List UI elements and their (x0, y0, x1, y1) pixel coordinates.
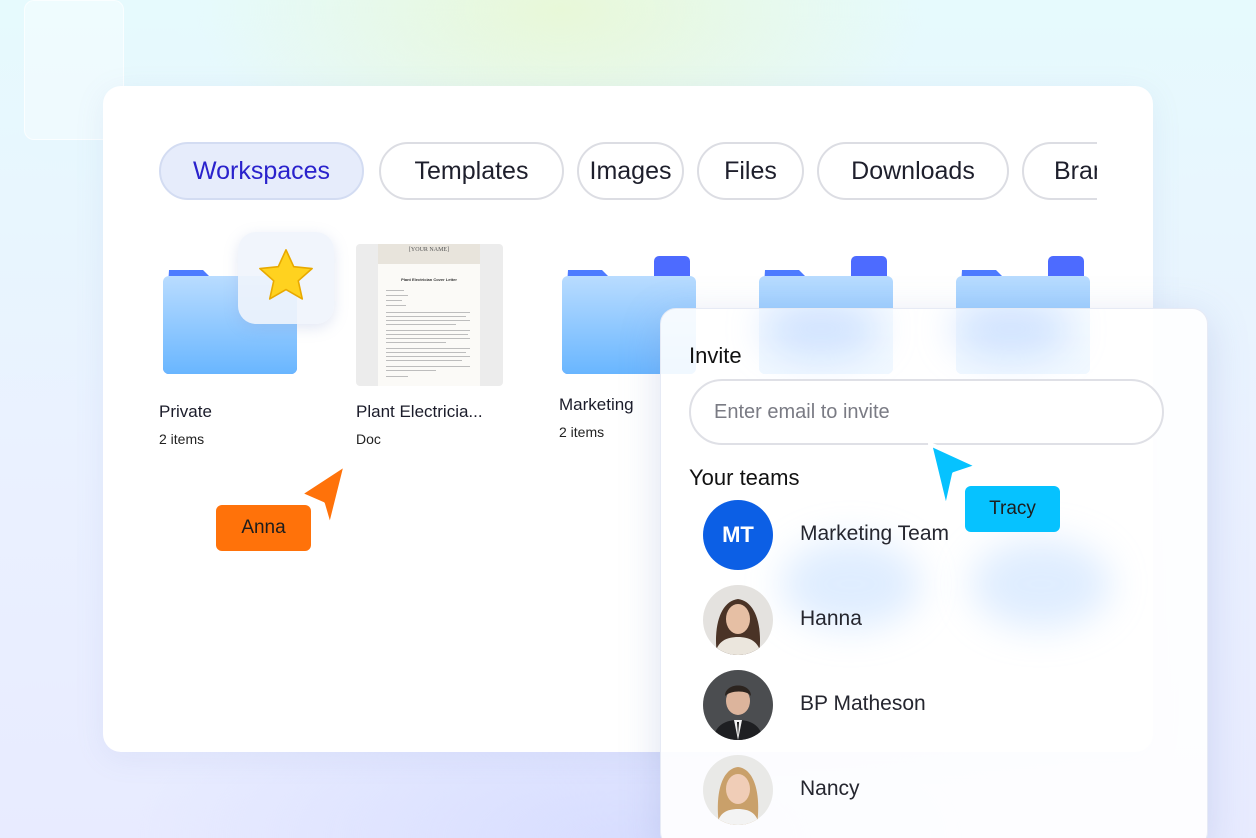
favorite-badge[interactable] (238, 232, 334, 324)
team-row-bp-matheson[interactable]: BP Matheson (703, 670, 1163, 742)
avatar (703, 670, 773, 740)
tab-downloads[interactable]: Downloads (817, 142, 1009, 200)
tile-subtitle: 2 items (559, 424, 605, 440)
tab-templates[interactable]: Templates (379, 142, 564, 200)
tab-brand[interactable]: Brand (1022, 142, 1097, 200)
team-name: Hanna (800, 607, 862, 630)
tile-name: Private (159, 402, 212, 421)
tile-subtitle: Doc (356, 431, 381, 447)
avatar: MT (703, 500, 773, 570)
tile-name: Marketing (559, 395, 634, 414)
email-invite-input[interactable] (689, 379, 1164, 445)
team-name: Nancy (800, 777, 860, 800)
team-name: Marketing Team (800, 522, 950, 545)
collaborator-tag-anna: Anna (216, 505, 311, 551)
collaborator-tag-tracy: Tracy (965, 486, 1060, 532)
thumbnail-title-text: Plant Electrician Cover Letter (401, 277, 457, 282)
invite-title: Invite (689, 343, 742, 368)
thumbnail-header-text: [YOUR NAME] (408, 247, 450, 253)
tab-workspaces[interactable]: Workspaces (159, 142, 364, 200)
tile-name: Plant Electricia... (356, 402, 483, 421)
star-icon (259, 249, 313, 300)
team-name: BP Matheson (800, 692, 926, 715)
avatar (703, 585, 773, 655)
tile-subtitle: 2 items (159, 431, 205, 447)
teams-heading: Your teams (689, 465, 800, 490)
document-thumbnail: [YOUR NAME] Plant Electrician Cover Lett… (356, 244, 503, 386)
avatar (703, 755, 773, 825)
invite-panel: Invite Your teams MT Marketing Team Hann… (660, 308, 1208, 838)
team-row-hanna[interactable]: Hanna (703, 585, 1163, 657)
team-row-nancy[interactable]: Nancy (703, 755, 1163, 827)
tab-files[interactable]: Files (697, 142, 804, 200)
tab-images[interactable]: Images (577, 142, 684, 200)
category-tabs: Workspaces Templates Images Files Downlo… (159, 142, 1097, 204)
